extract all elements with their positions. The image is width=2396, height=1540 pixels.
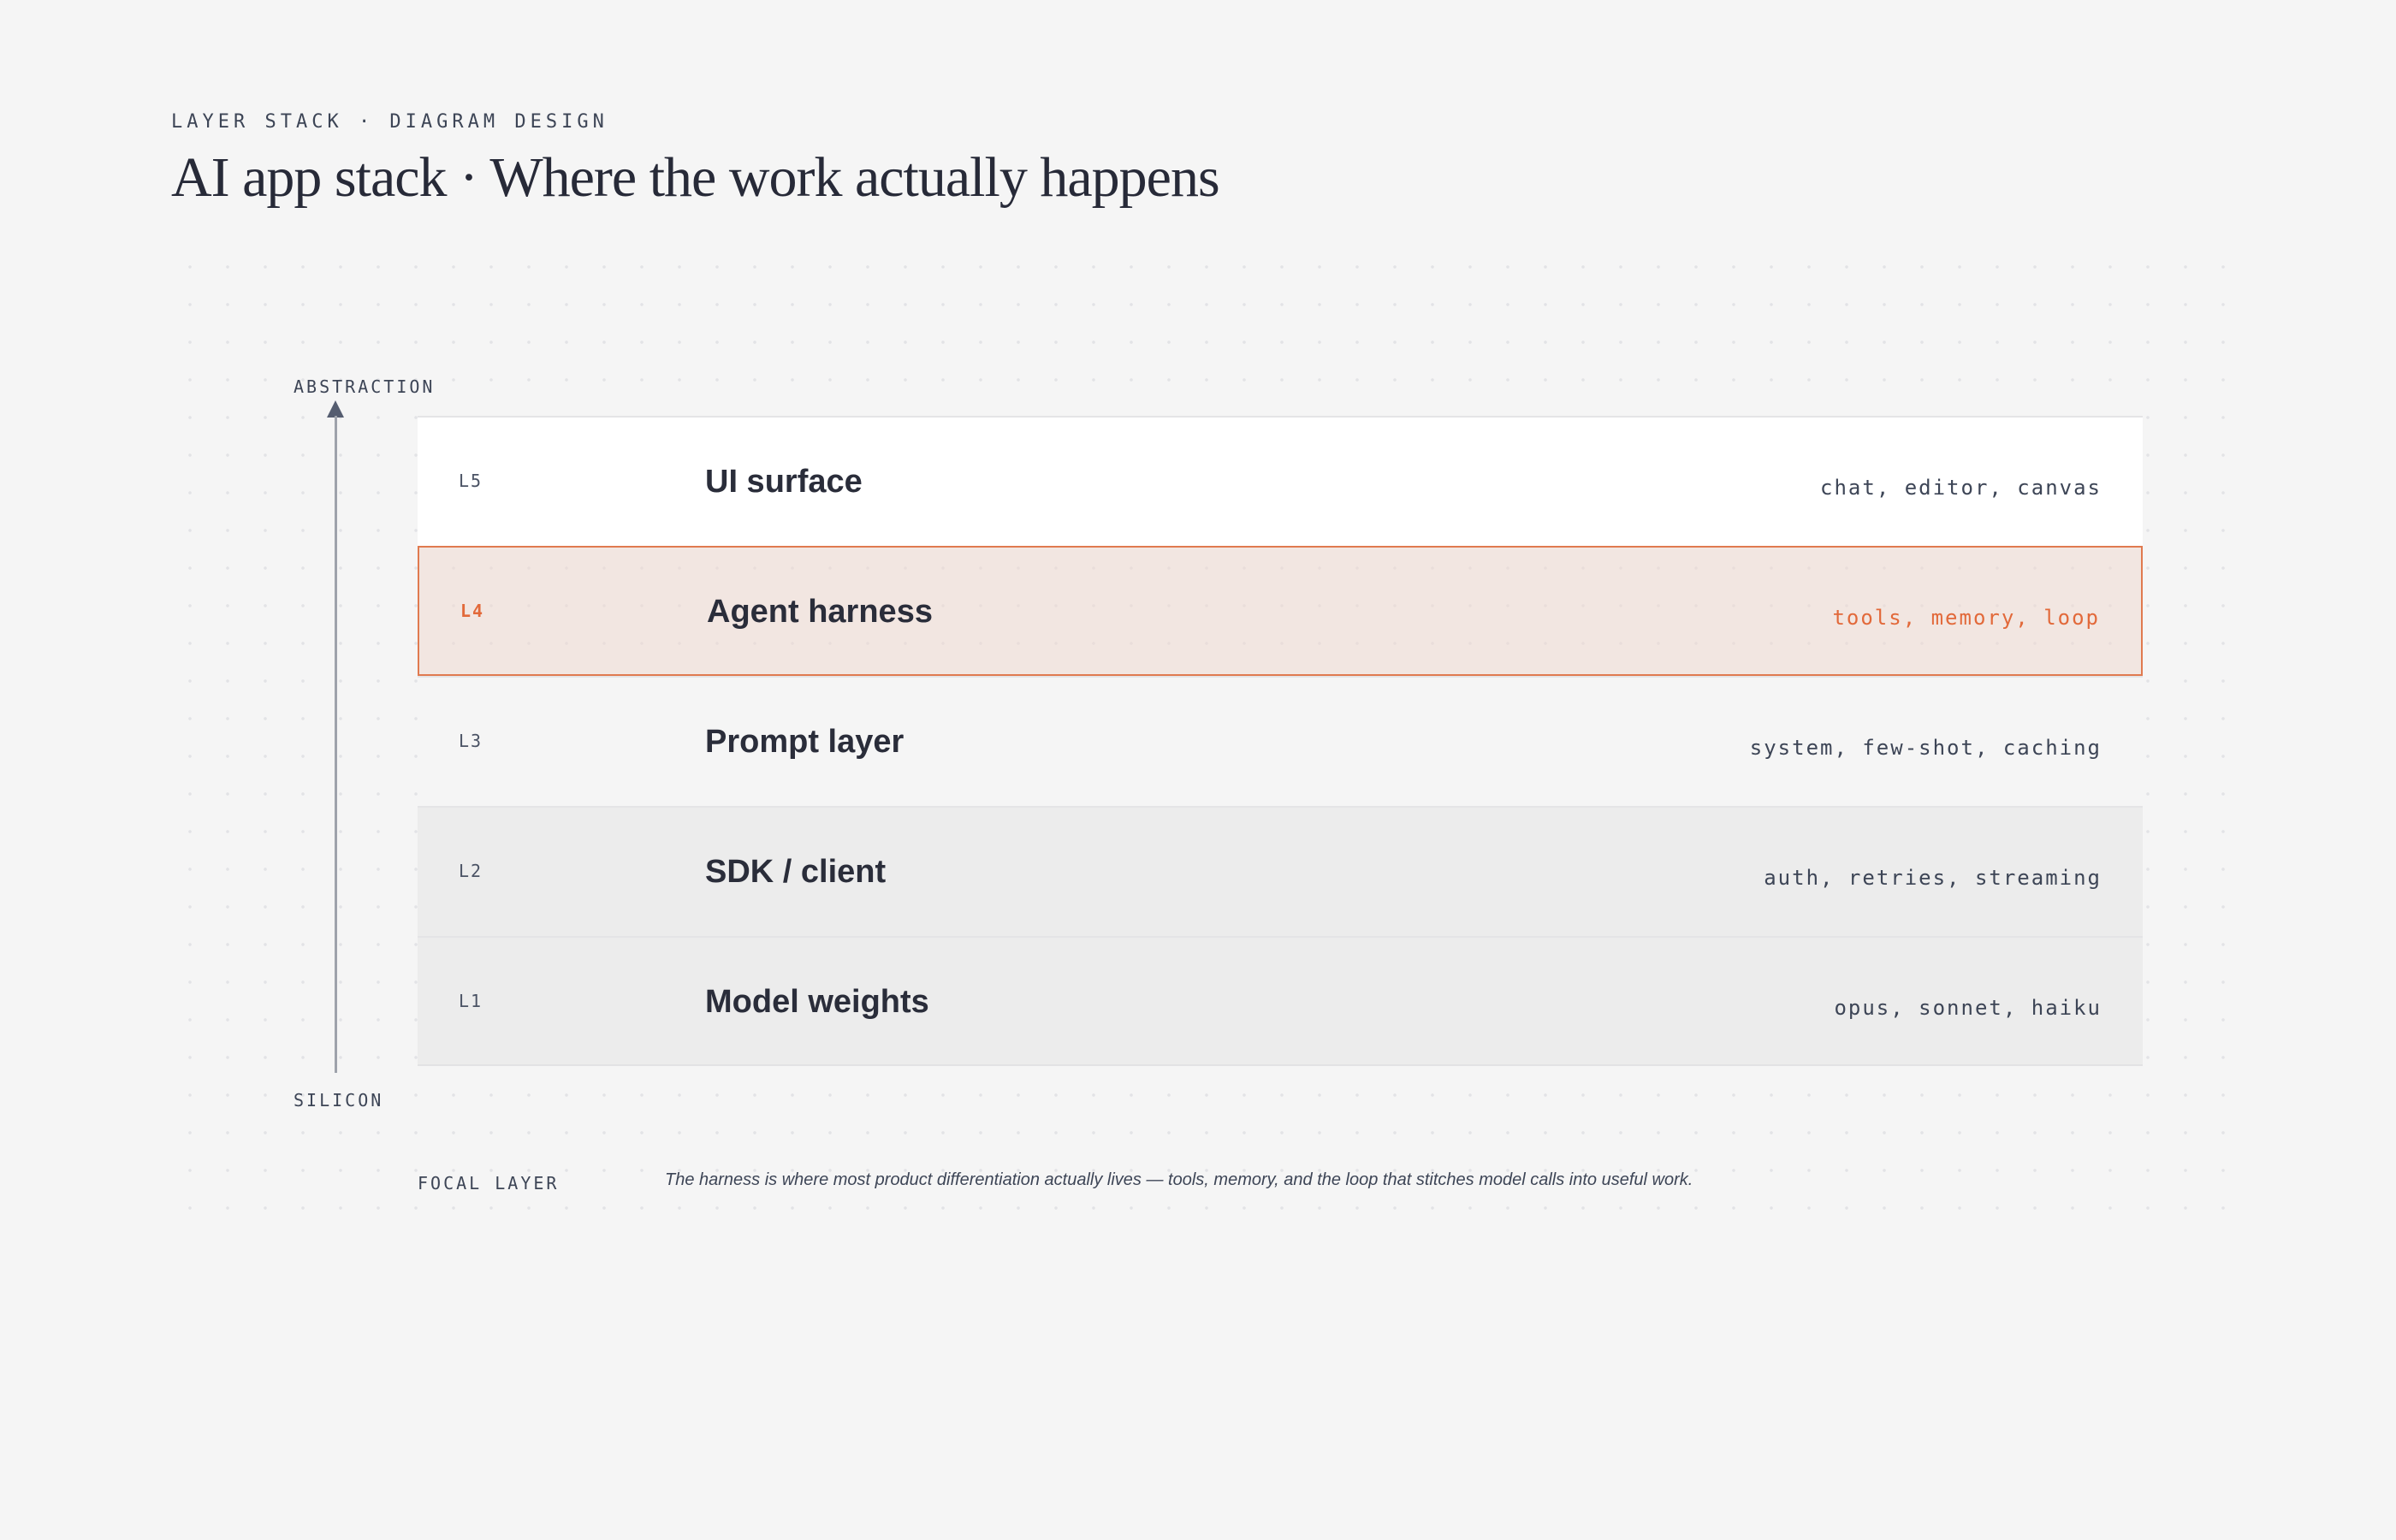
layer-name: Prompt layer [705,724,904,760]
layer-code: L5 [459,471,483,491]
axis-top-label: ABSTRACTION [294,376,436,397]
focal-layer-note: The harness is where most product differ… [665,1170,1693,1189]
eyebrow-label: LAYER STACK · DIAGRAM DESIGN [171,111,608,133]
layer-l1: L1 Model weights opus, sonnet, haiku [418,936,2143,1066]
layer-name: SDK / client [705,854,887,890]
layer-code: L3 [459,731,483,751]
layer-name: Model weights [705,984,929,1020]
arrow-up-icon [327,400,344,418]
layer-stack: L5 UI surface chat, editor, canvas L4 Ag… [418,416,2143,1066]
layer-l4-focal: L4 Agent harness tools, memory, loop [418,546,2143,676]
layer-name: Agent harness [707,594,933,630]
layer-code: L2 [459,861,483,881]
focal-layer-label: FOCAL LAYER [418,1173,560,1194]
layer-code: L1 [459,991,483,1011]
layer-tags: auth, retries, streaming [1764,866,2102,890]
page-title: AI app stack · Where the work actually h… [171,146,1220,209]
layer-l2: L2 SDK / client auth, retries, streaming [418,806,2143,936]
axis-bottom-label: SILICON [294,1090,384,1111]
layer-name: UI surface [705,464,863,500]
layer-tags: tools, memory, loop [1832,606,2100,630]
layer-tags: opus, sonnet, haiku [1834,996,2102,1020]
layer-tags: system, few-shot, caching [1749,736,2102,760]
layer-code: L4 [460,601,485,621]
layer-tags: chat, editor, canvas [1820,476,2102,500]
abstraction-axis-line [335,416,337,1073]
layer-l5: L5 UI surface chat, editor, canvas [418,416,2143,546]
layer-l3: L3 Prompt layer system, few-shot, cachin… [418,676,2143,806]
